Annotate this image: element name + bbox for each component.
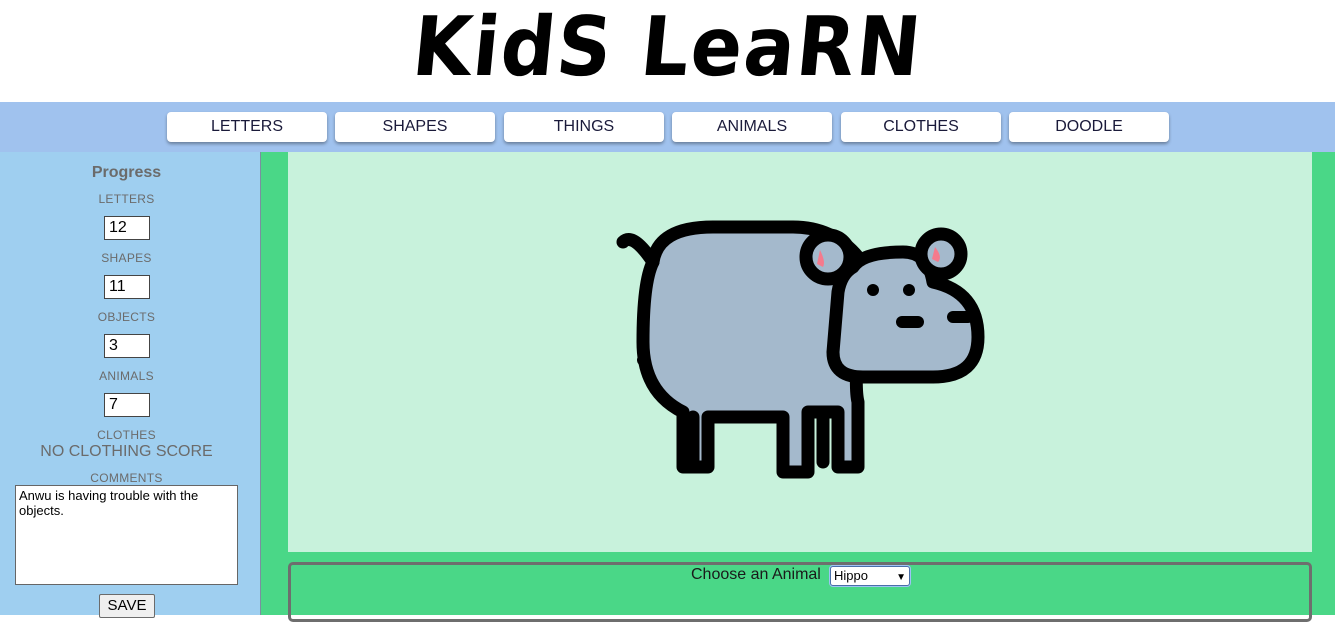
shapes-score-input[interactable] <box>104 275 150 299</box>
nav-shapes-button[interactable]: SHAPES <box>335 112 495 142</box>
nav-things-button[interactable]: THINGS <box>504 112 664 142</box>
animal-chooser-panel: Choose an Animal Hippo ▼ <box>288 562 1312 622</box>
nav-animals-button[interactable]: ANIMALS <box>672 112 832 142</box>
letters-label: LETTERS <box>98 192 155 206</box>
nav-clothes-button[interactable]: CLOTHES <box>841 112 1001 142</box>
shapes-label: SHAPES <box>101 251 152 265</box>
objects-score-input[interactable] <box>104 334 150 358</box>
nav-doodle-button[interactable]: DOODLE <box>1009 112 1169 142</box>
save-button[interactable]: SAVE <box>99 594 155 618</box>
chevron-down-icon: ▼ <box>896 572 906 583</box>
clothes-score-text: NO CLOTHING SCORE <box>40 443 213 460</box>
animal-select[interactable]: Hippo ▼ <box>830 566 910 586</box>
objects-label: OBJECTS <box>97 310 156 324</box>
nav-letters-button[interactable]: LETTERS <box>167 112 327 142</box>
comments-textarea[interactable] <box>15 485 238 585</box>
kids-learn-logo[interactable]: KidS LeaRN <box>0 0 1335 102</box>
main-area: Choose an Animal Hippo ▼ <box>261 152 1335 622</box>
animals-score-input[interactable] <box>104 393 150 417</box>
choose-animal-label: Choose an Animal <box>691 566 821 583</box>
clothes-label: CLOTHES <box>97 428 156 442</box>
nav-bar: LETTERS SHAPES THINGS ANIMALS CLOTHES DO… <box>0 102 1335 152</box>
animal-canvas <box>288 152 1312 552</box>
animal-select-value: Hippo <box>834 568 868 583</box>
letters-score-input[interactable] <box>104 216 150 240</box>
progress-sidebar: Progress LETTERS SHAPES OBJECTS ANIMALS … <box>0 152 261 618</box>
progress-title: Progress <box>91 164 162 181</box>
hippo-illustration-icon <box>616 220 985 479</box>
animals-label: ANIMALS <box>99 369 154 383</box>
header: KidS LeaRN <box>0 0 1335 102</box>
logo-text: KidS LeaRN <box>408 0 927 95</box>
comments-label: COMMENTS <box>90 471 163 485</box>
